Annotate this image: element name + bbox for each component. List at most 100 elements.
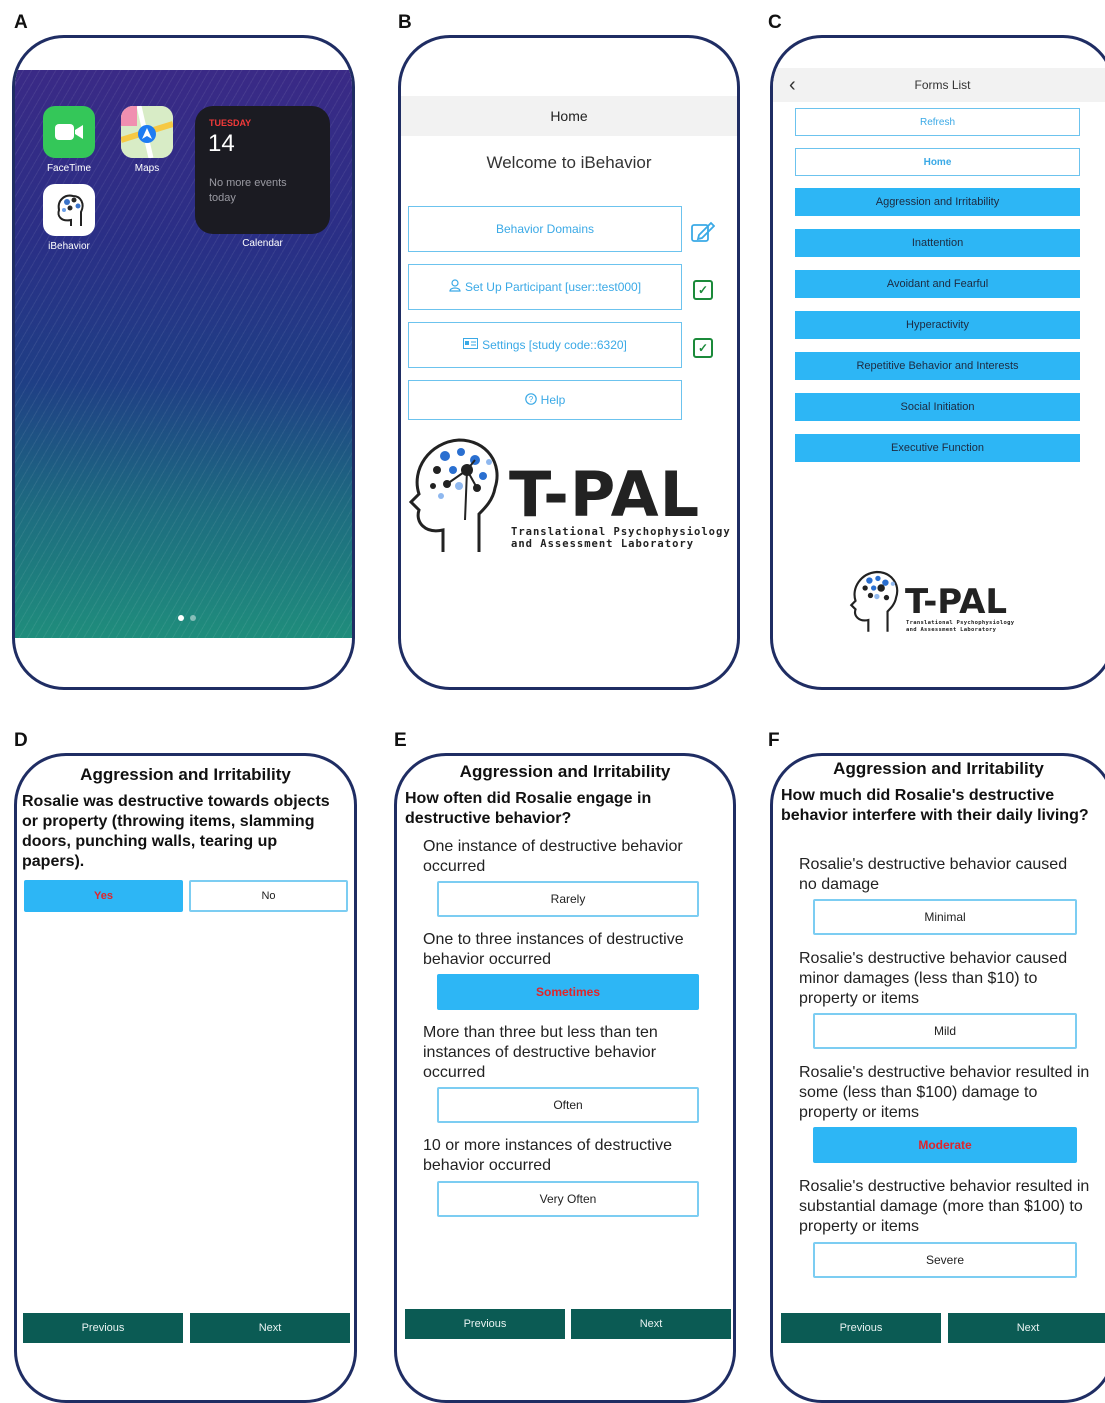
page-indicator[interactable]	[175, 608, 199, 626]
option-label: Often	[553, 1098, 583, 1112]
form-item-social[interactable]: Social Initiation	[795, 393, 1080, 421]
option-description: Rosalie's destructive behavior resulted …	[799, 1064, 1090, 1121]
form-label: Social Initiation	[900, 401, 975, 413]
option-label: Sometimes	[535, 985, 601, 999]
settings-label: Settings [study code::6320]	[482, 338, 627, 352]
settings-button[interactable]: Settings [study code::6320]	[408, 322, 682, 368]
app-label: iBehavior	[48, 241, 90, 252]
yes-label: Yes	[94, 890, 113, 902]
facetime-icon	[43, 106, 95, 158]
previous-button[interactable]: Previous	[781, 1313, 941, 1343]
forms-list-title: Forms List	[914, 78, 971, 92]
app-label: FaceTime	[46, 163, 92, 174]
next-button[interactable]: Next	[571, 1309, 731, 1339]
option-minimal-button[interactable]: Minimal	[813, 899, 1077, 935]
refresh-button[interactable]: Refresh	[795, 108, 1080, 136]
back-chevron-icon[interactable]: ‹	[789, 74, 796, 97]
form-item-aggression[interactable]: Aggression and Irritability	[795, 188, 1080, 216]
setup-participant-button[interactable]: Set Up Participant [user::test000]	[408, 264, 682, 310]
user-icon	[449, 279, 461, 295]
maps-icon	[121, 106, 173, 158]
behavior-domains-label: Behavior Domains	[495, 222, 595, 236]
calendar-widget[interactable]: TUESDAY 14 No more events today	[195, 106, 330, 234]
form-item-repetitive[interactable]: Repetitive Behavior and Interests	[795, 352, 1080, 380]
previous-button[interactable]: Previous	[405, 1309, 565, 1339]
tpal-title: T-PAL	[509, 458, 701, 531]
welcome-text: Welcome to iBehavior	[486, 153, 652, 172]
form-item-executive[interactable]: Executive Function	[795, 434, 1080, 462]
option-description: Rosalie's destructive behavior caused no…	[799, 856, 1068, 893]
form-title: Aggression and Irritability	[833, 759, 1044, 778]
phone-frame-b: Home Welcome to iBehavior Behavior Domai…	[398, 35, 740, 690]
settings-checked-icon: ✓	[693, 338, 713, 358]
help-icon: ?	[524, 392, 537, 408]
id-card-icon	[463, 338, 479, 352]
previous-button[interactable]: Previous	[23, 1313, 183, 1343]
form-label: Aggression and Irritability	[875, 196, 1000, 208]
panel-label-d: D	[14, 730, 28, 751]
widget-events: No more events today	[209, 177, 287, 204]
page-dot-active	[178, 615, 184, 621]
option-mild-button[interactable]: Mild	[813, 1013, 1077, 1049]
form-label: Avoidant and Fearful	[886, 278, 989, 290]
participant-checked-icon: ✓	[693, 280, 713, 300]
option-sometimes-button[interactable]: Sometimes	[437, 974, 699, 1010]
tpal-head-icon	[849, 570, 899, 632]
help-label: Help	[540, 393, 566, 407]
no-button[interactable]: No	[189, 880, 348, 912]
question-text: Rosalie was destructive towards objects …	[22, 793, 330, 870]
option-label: Rarely	[550, 892, 586, 906]
option-rarely-button[interactable]: Rarely	[437, 881, 699, 917]
option-description: 10 or more instances of destructive beha…	[423, 1137, 673, 1174]
option-description: More than three but less than ten instan…	[423, 1024, 658, 1081]
tpal-title: T-PAL	[905, 582, 1008, 622]
form-item-avoidant[interactable]: Avoidant and Fearful	[795, 270, 1080, 298]
form-item-hyperactivity[interactable]: Hyperactivity	[795, 311, 1080, 339]
ibehavior-icon	[43, 184, 95, 236]
app-maps[interactable]: Maps	[115, 106, 179, 174]
next-button[interactable]: Next	[948, 1313, 1105, 1343]
previous-label: Previous	[463, 1318, 507, 1330]
app-ibehavior[interactable]: iBehavior	[37, 184, 101, 252]
option-description: Rosalie's destructive behavior caused mi…	[799, 950, 1068, 1007]
previous-label: Previous	[839, 1322, 883, 1334]
tpal-head-icon	[408, 438, 499, 552]
option-often-button[interactable]: Often	[437, 1087, 699, 1123]
form-title: Aggression and Irritability	[80, 765, 291, 784]
tpal-subtitle-1: Translational Psychophysiology	[906, 620, 1015, 626]
widget-day-of-week: TUESDAY	[209, 118, 252, 128]
home-button[interactable]: Home	[795, 148, 1080, 176]
ios-home-screen: FaceTime Maps iBehavior TUESDAY 14 No mo…	[15, 70, 352, 638]
option-very-often-button[interactable]: Very Often	[437, 1181, 699, 1217]
phone-frame-d: Aggression and Irritability Rosalie was …	[14, 753, 357, 1403]
setup-participant-label: Set Up Participant [user::test000]	[464, 280, 642, 294]
edit-icon[interactable]	[691, 221, 716, 248]
panel-label-c: C	[768, 12, 782, 33]
widget-label: Calendar	[242, 238, 283, 249]
phone-frame-c: Forms List ‹ Refresh Home Aggression and…	[770, 35, 1105, 690]
next-button[interactable]: Next	[190, 1313, 350, 1343]
option-description: One instance of destructive behavior occ…	[423, 838, 683, 875]
phone-frame-a: FaceTime Maps iBehavior TUESDAY 14 No mo…	[12, 35, 355, 690]
option-label: Minimal	[924, 910, 966, 924]
panel-label-a: A	[14, 12, 28, 33]
form-label: Hyperactivity	[906, 319, 969, 331]
behavior-domains-button[interactable]: Behavior Domains	[408, 206, 682, 252]
app-facetime[interactable]: FaceTime	[37, 106, 101, 174]
app-label: Maps	[134, 163, 160, 174]
page-dot	[190, 615, 196, 621]
previous-label: Previous	[81, 1322, 125, 1334]
panel-label-e: E	[394, 730, 407, 751]
option-severe-button[interactable]: Severe	[813, 1242, 1077, 1278]
form-item-inattention[interactable]: Inattention	[795, 229, 1080, 257]
help-button[interactable]: ? Help	[408, 380, 682, 420]
next-label: Next	[258, 1322, 282, 1334]
option-moderate-button[interactable]: Moderate	[813, 1127, 1077, 1163]
widget-day: 14	[208, 130, 235, 157]
panel-label-b: B	[398, 12, 412, 33]
option-label: Very Often	[539, 1192, 597, 1206]
home-header: Home	[401, 96, 737, 136]
phone-frame-f: Aggression and Irritability How much did…	[770, 753, 1105, 1403]
yes-button[interactable]: Yes	[24, 880, 183, 912]
option-label: Severe	[925, 1253, 965, 1267]
